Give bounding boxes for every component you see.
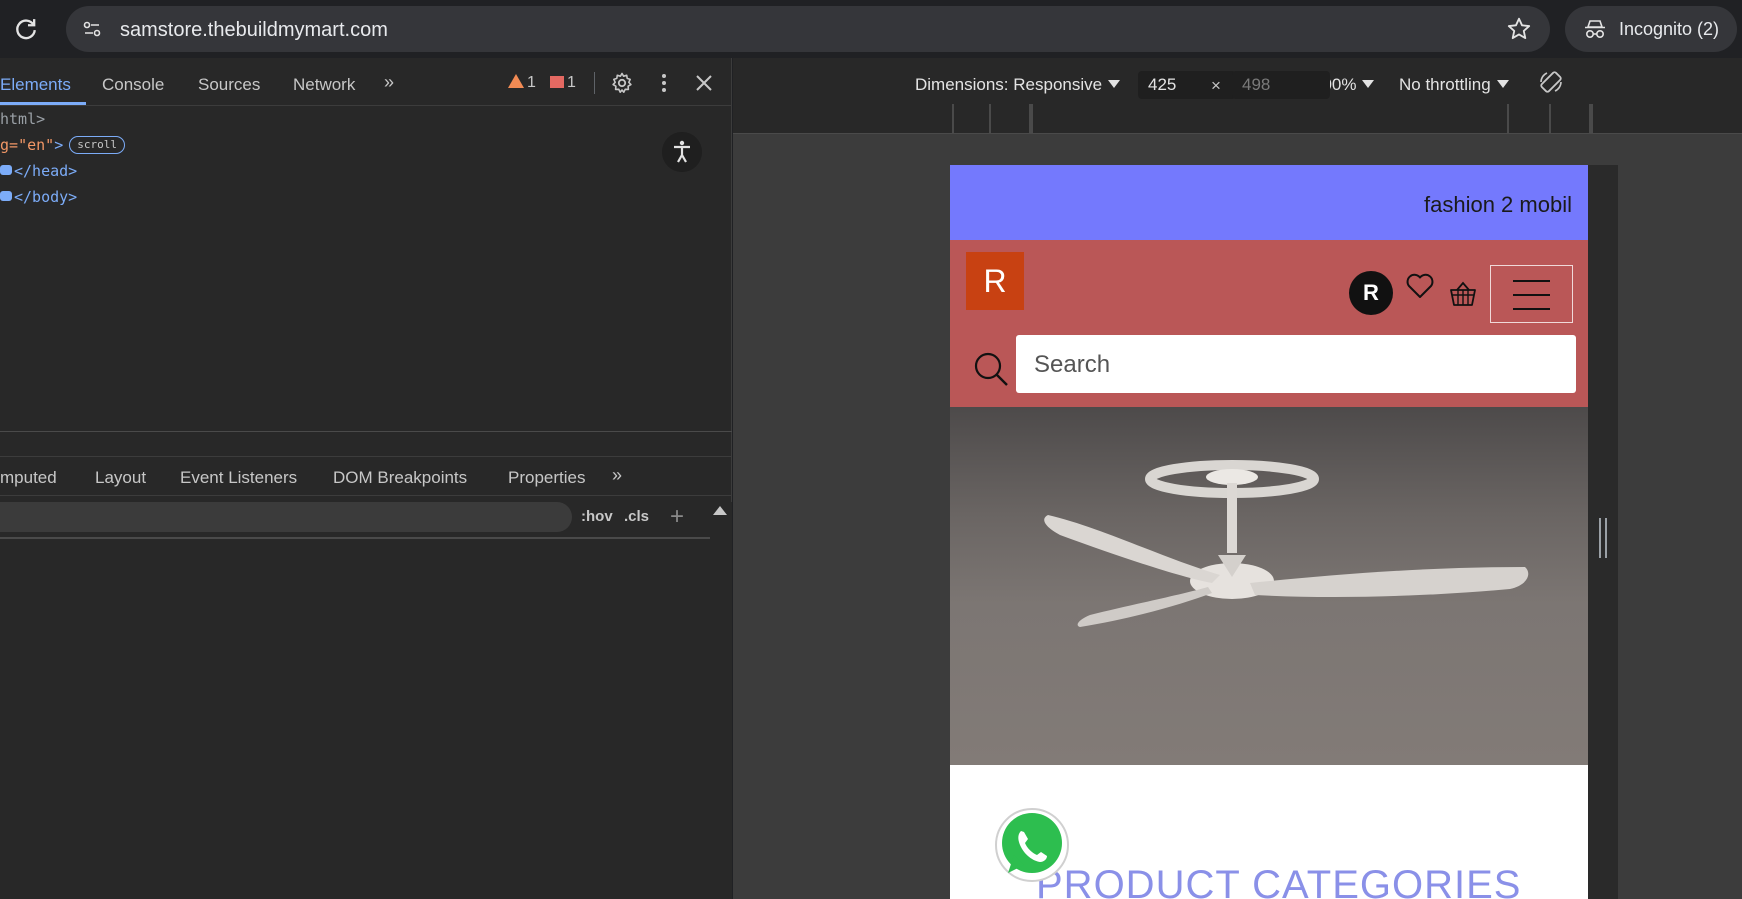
width-input[interactable]: 425 [1138, 71, 1236, 99]
chevron-down-icon [1496, 80, 1509, 88]
tab-network[interactable]: Network [293, 75, 355, 95]
search-icon[interactable] [972, 350, 1010, 388]
styles-subtabbar: mputed Layout Event Listeners DOM Breakp… [0, 456, 732, 496]
tab-elements[interactable]: Elements [0, 75, 71, 95]
resize-handle[interactable] [1599, 518, 1607, 558]
cls-button[interactable]: .cls [624, 508, 649, 525]
more-subtabs-icon[interactable]: » [612, 465, 622, 486]
height-input[interactable]: 498 [1232, 71, 1330, 99]
ceiling-fan-image [1044, 460, 1529, 627]
filter-underline [0, 537, 710, 539]
scroll-badge[interactable]: scroll [69, 136, 125, 154]
account-avatar[interactable]: R [1349, 271, 1393, 315]
browser-toolbar: samstore.thebuildmymart.com Incognito (2… [0, 0, 1742, 58]
page-content: PRODUCT CATEGORIES [950, 765, 1588, 899]
search-input[interactable]: Search [1016, 335, 1576, 393]
product-categories-heading: PRODUCT CATEGORIES [1036, 863, 1522, 899]
pane-divider[interactable] [0, 431, 732, 432]
settings-gear-icon[interactable] [610, 71, 634, 95]
errors-badge[interactable]: 1 [550, 74, 576, 92]
warnings-badge[interactable]: 1 [508, 74, 536, 92]
warnings-count: 1 [527, 74, 536, 91]
throttling-label: No throttling [1399, 75, 1491, 94]
ruler-tick[interactable] [952, 104, 954, 134]
active-tab-indicator [0, 102, 86, 105]
dom-line-head[interactable]: </head> [0, 162, 77, 180]
scroll-up-icon[interactable] [713, 506, 727, 515]
dom-html-tag: html> [0, 110, 46, 128]
dom-line-html[interactable]: html> [0, 110, 45, 128]
devtools-panel: Elements Console Sources Network » 1 1 h… [0, 58, 732, 899]
incognito-label: Incognito (2) [1619, 19, 1720, 39]
dimensions-dropdown[interactable]: Dimensions: Responsive [915, 75, 1121, 95]
dimensions-label: Dimensions: Responsive [915, 75, 1103, 94]
heart-icon[interactable] [1405, 272, 1435, 300]
dom-attr-value: "en" [18, 136, 55, 154]
dom-body-close: </body> [14, 188, 78, 206]
address-bar[interactable]: samstore.thebuildmymart.com [66, 6, 1550, 52]
dom-attr-name: g= [0, 136, 19, 154]
dom-head-close: </head> [14, 162, 78, 180]
more-tabs-icon[interactable]: » [384, 72, 394, 93]
tab-dom-breakpoints[interactable]: DOM Breakpoints [333, 468, 467, 488]
tab-sources[interactable]: Sources [198, 75, 260, 95]
announcement-text: fashion 2 mobil [1424, 192, 1572, 217]
incognito-icon [1585, 20, 1605, 39]
hamburger-line [1513, 294, 1550, 296]
bookmark-star-icon[interactable] [1506, 16, 1532, 42]
emulated-page: fashion 2 mobil R R Search PRODUCT CATEG… [950, 165, 1588, 899]
hamburger-line [1513, 280, 1550, 282]
tab-layout[interactable]: Layout [95, 468, 146, 488]
accessibility-icon[interactable] [662, 132, 702, 172]
ellipsis-icon[interactable] [0, 191, 12, 201]
tab-event-listeners[interactable]: Event Listeners [180, 468, 297, 488]
ruler-tick[interactable] [989, 104, 991, 134]
rotate-icon[interactable] [1538, 69, 1564, 95]
times-glyph: × [1211, 76, 1221, 95]
throttling-dropdown[interactable]: No throttling [1399, 75, 1509, 95]
toolbar-divider [594, 72, 595, 94]
chevron-down-icon [1108, 80, 1121, 88]
hamburger-line [1513, 308, 1550, 310]
ellipsis-icon[interactable] [0, 165, 12, 175]
ruler-tick[interactable] [1591, 104, 1593, 134]
media-query-ruler [733, 104, 1742, 134]
basket-icon[interactable] [1448, 280, 1478, 308]
ruler-tick[interactable] [1507, 104, 1509, 134]
hamburger-menu-button[interactable] [1490, 265, 1573, 323]
styles-filter-input[interactable] [0, 502, 572, 532]
ruler-tick[interactable] [1549, 104, 1551, 134]
whatsapp-icon[interactable] [990, 805, 1072, 887]
announcement-bar: fashion 2 mobil [950, 165, 1588, 240]
hov-button[interactable]: :hov [581, 508, 613, 525]
incognito-button[interactable]: Incognito (2) [1565, 6, 1737, 52]
tab-properties[interactable]: Properties [508, 468, 585, 488]
hero-banner-image[interactable] [950, 407, 1588, 765]
errors-count: 1 [567, 74, 576, 91]
error-icon [550, 76, 564, 88]
devtools-tabbar: Elements Console Sources Network » 1 1 [0, 58, 732, 106]
close-icon[interactable] [692, 71, 716, 95]
tab-console[interactable]: Console [102, 75, 164, 95]
site-logo[interactable]: R [966, 252, 1024, 310]
dom-line-body[interactable]: </body> [0, 188, 77, 206]
new-style-rule-icon[interactable]: + [670, 503, 684, 531]
url-text[interactable]: samstore.thebuildmymart.com [120, 19, 388, 42]
site-info-icon[interactable] [78, 15, 106, 43]
dom-line-lang[interactable]: g="en"> scroll [0, 136, 125, 154]
ruler-tick[interactable] [1031, 104, 1033, 134]
chevron-down-icon [1362, 80, 1375, 88]
warning-icon [508, 74, 524, 88]
styles-scrollbar[interactable] [710, 502, 732, 899]
more-options-icon[interactable] [652, 71, 676, 95]
reload-icon[interactable] [12, 15, 40, 43]
tab-computed[interactable]: mputed [0, 468, 57, 488]
